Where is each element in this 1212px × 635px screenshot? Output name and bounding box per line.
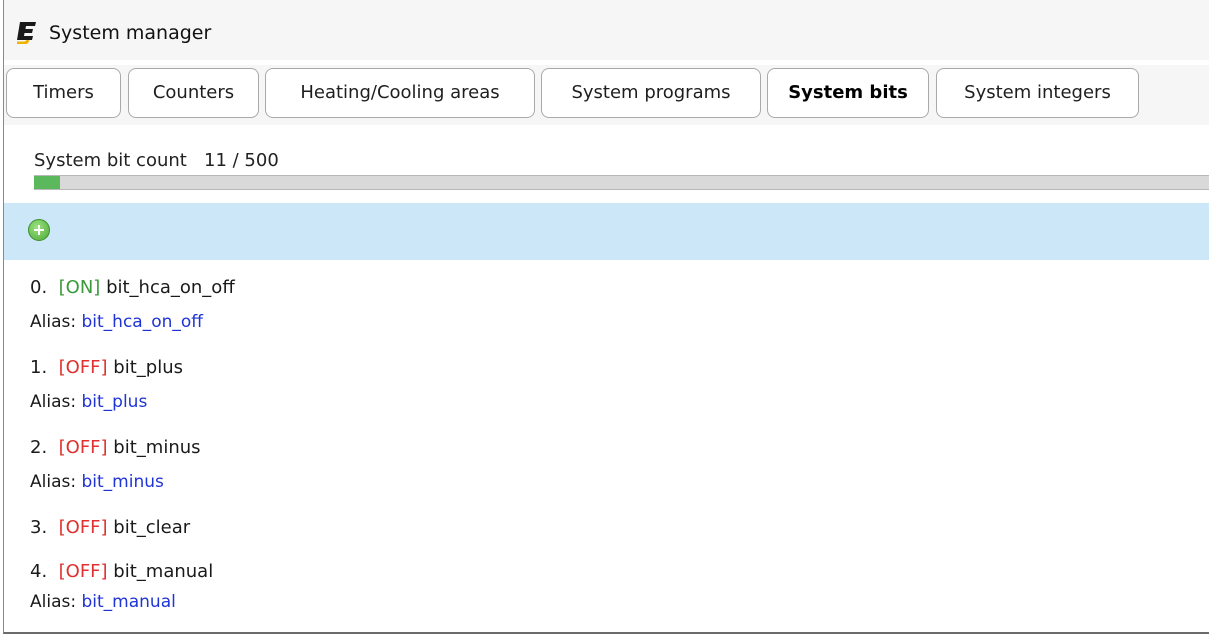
bit-state: [OFF] bbox=[58, 357, 108, 378]
list-item[interactable]: 1. [OFF] bit_plus Alias: bit_plus bbox=[30, 355, 1200, 435]
bit-state: [OFF] bbox=[58, 437, 108, 458]
add-circle-icon[interactable] bbox=[28, 219, 50, 241]
title-bar: System manager bbox=[4, 0, 1209, 60]
list-item[interactable]: 0. [ON] bit_hca_on_off Alias: bit_hca_on… bbox=[30, 275, 1200, 355]
system-bit-progress-bar bbox=[34, 175, 1209, 190]
bit-alias: bit_manual bbox=[81, 592, 176, 612]
bit-index: 3. bbox=[30, 517, 48, 538]
bit-name: bit_manual bbox=[113, 561, 214, 582]
tab-system-integers[interactable]: System integers bbox=[936, 68, 1139, 118]
system-bits-list: 0. [ON] bit_hca_on_off Alias: bit_hca_on… bbox=[30, 275, 1200, 632]
bit-alias: bit_plus bbox=[81, 392, 148, 412]
bit-name: bit_plus bbox=[113, 357, 183, 378]
bit-alias: bit_minus bbox=[81, 472, 164, 492]
tab-counters[interactable]: Counters bbox=[128, 68, 259, 118]
list-item[interactable]: 4. [OFF] bit_manual Alias: bit_manual bbox=[30, 559, 1200, 632]
tab-bar: Timers Counters Heating/Cooling areas Sy… bbox=[4, 65, 1209, 125]
bit-index: 1. bbox=[30, 357, 48, 378]
system-bit-progress-fill bbox=[34, 176, 60, 189]
bit-alias: bit_hca_on_off bbox=[81, 312, 203, 332]
alias-label: Alias: bbox=[30, 312, 77, 332]
tab-heating-cooling-areas[interactable]: Heating/Cooling areas bbox=[265, 68, 535, 118]
tab-system-bits[interactable]: System bits bbox=[767, 68, 929, 118]
bit-state: [OFF] bbox=[58, 517, 108, 538]
alias-label: Alias: bbox=[30, 472, 77, 492]
system-manager-window: System manager Timers Counters Heating/C… bbox=[3, 0, 1209, 634]
tab-system-programs[interactable]: System programs bbox=[541, 68, 761, 118]
alias-label: Alias: bbox=[30, 592, 77, 612]
alias-label: Alias: bbox=[30, 392, 77, 412]
bit-state: [OFF] bbox=[58, 561, 108, 582]
bit-name: bit_minus bbox=[113, 437, 201, 458]
system-bit-count-label: System bit count bbox=[34, 150, 187, 171]
system-bit-count: System bit count 11 / 500 bbox=[34, 150, 279, 171]
window-title: System manager bbox=[49, 22, 212, 44]
tab-timers[interactable]: Timers bbox=[6, 68, 121, 118]
list-toolbar bbox=[4, 203, 1209, 260]
bit-name: bit_clear bbox=[113, 517, 191, 538]
bit-state: [ON] bbox=[58, 277, 101, 298]
bit-index: 4. bbox=[30, 561, 48, 582]
bit-name: bit_hca_on_off bbox=[106, 277, 235, 298]
system-bit-count-value: 11 / 500 bbox=[204, 150, 279, 171]
bit-index: 0. bbox=[30, 277, 48, 298]
bit-index: 2. bbox=[30, 437, 48, 458]
list-item[interactable]: 3. [OFF] bit_clear bbox=[30, 515, 1200, 559]
list-item[interactable]: 2. [OFF] bit_minus Alias: bit_minus bbox=[30, 435, 1200, 515]
app-logo-icon bbox=[17, 22, 36, 44]
